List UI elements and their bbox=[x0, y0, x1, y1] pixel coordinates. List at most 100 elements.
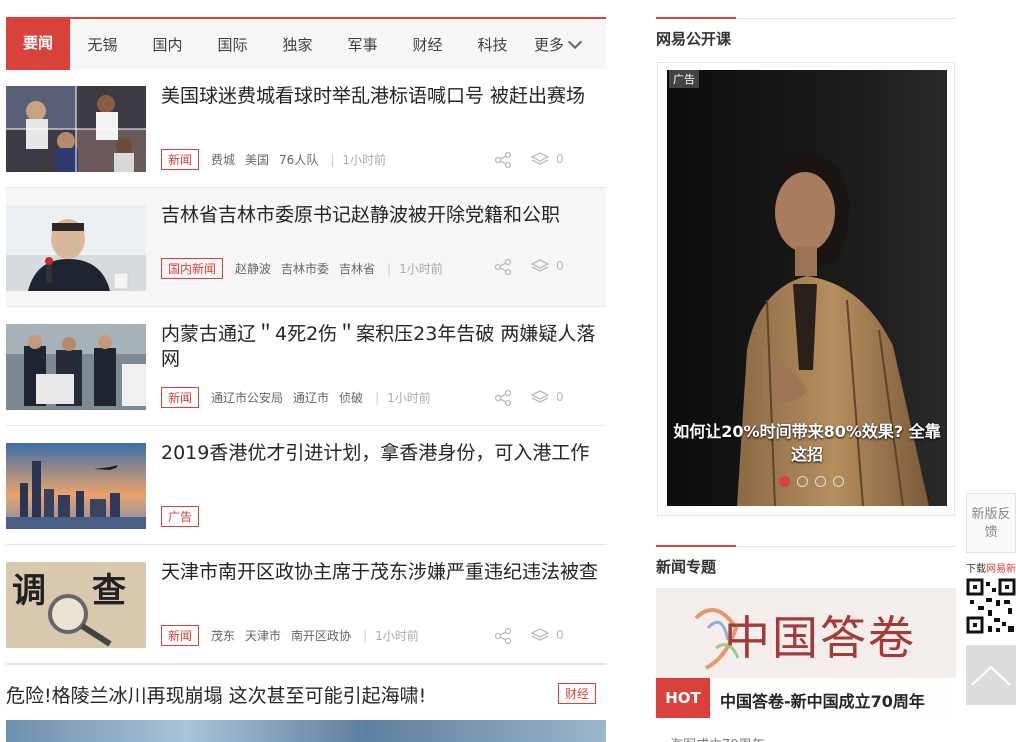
open-course-title[interactable]: 网易公开课 bbox=[656, 28, 731, 49]
news-title[interactable]: 2019香港优才引进计划，拿香港身份，可入港工作 bbox=[161, 441, 601, 466]
tab-more[interactable]: 更多 bbox=[525, 34, 589, 55]
news-keyword[interactable]: 侦破 bbox=[339, 389, 363, 406]
news-time: 1小时前 bbox=[387, 391, 431, 405]
comment-count[interactable]: 0 bbox=[530, 389, 564, 405]
news-title[interactable]: 吉林省吉林市委原书记赵静波被开除党籍和公职 bbox=[161, 203, 601, 228]
news-item[interactable]: 调 查 天津市南开区政协主席于茂东涉嫌严重违纪违法被查 新闻 茂东 天津市 南开… bbox=[6, 545, 606, 664]
share-icon[interactable] bbox=[494, 627, 512, 645]
tab-wuxi[interactable]: 无锡 bbox=[70, 34, 135, 55]
news-time: 1小时前 bbox=[342, 153, 387, 167]
download-prefix: 下载 bbox=[966, 564, 986, 575]
comment-icon bbox=[530, 259, 550, 272]
police-photo bbox=[6, 324, 146, 410]
topic-banner-text: 中国答卷 bbox=[724, 611, 916, 665]
headline-tag[interactable]: 财经 bbox=[557, 683, 596, 704]
news-thumbnail[interactable] bbox=[6, 324, 146, 410]
ad-carousel[interactable]: 广告 如何让20%时间带来80%效果? 全靠这招 bbox=[667, 70, 947, 506]
divider: | bbox=[330, 152, 335, 167]
hongkong-skyline bbox=[6, 443, 146, 529]
chevron-up-icon bbox=[971, 665, 1011, 686]
news-keyword[interactable]: 吉林省 bbox=[339, 260, 375, 277]
news-item[interactable]: 吉林省吉林市委原书记赵静波被开除党籍和公职 国内新闻 赵静波 吉林市委 吉林省 … bbox=[6, 188, 606, 307]
news-thumbnail[interactable]: 调 查 bbox=[6, 562, 146, 648]
tab-more-label: 更多 bbox=[533, 35, 564, 54]
news-meta: 国内新闻 赵静波 吉林市委 吉林省 | 1小时前 bbox=[161, 258, 443, 279]
news-keyword[interactable]: 费城 bbox=[211, 151, 235, 168]
share-icon[interactable] bbox=[494, 151, 512, 169]
news-item[interactable]: 美国球迷费城看球时举乱港标语喊口号 被赶出赛场 新闻 费城 美国 76人队 | … bbox=[6, 69, 606, 188]
section-divider bbox=[656, 545, 956, 547]
carousel-dot[interactable] bbox=[833, 476, 844, 487]
news-item[interactable]: 内蒙古通辽＂4死2伤＂案积压23年告破 两嫌疑人落网 新闻 通辽市公安局 通辽市… bbox=[6, 307, 606, 426]
ad-tag: 广告 bbox=[161, 506, 200, 527]
tab-domestic[interactable]: 国内 bbox=[135, 34, 200, 55]
channel-tabs: 要闻 无锡 国内 国际 独家 军事 财经 科技 更多 bbox=[6, 17, 606, 70]
tab-exclusive[interactable]: 独家 bbox=[265, 34, 330, 55]
comment-number: 0 bbox=[556, 259, 564, 273]
headline-item[interactable]: 危险!格陵兰冰川再现崩塌 这次甚至可能引起海啸! 财经 bbox=[6, 664, 606, 720]
tab-yaowen[interactable]: 要闻 bbox=[6, 18, 70, 70]
comment-number: 0 bbox=[556, 390, 564, 404]
news-meta: 广告 bbox=[161, 506, 211, 527]
headline-title[interactable]: 危险!格陵兰冰川再现崩塌 这次甚至可能引起海啸! bbox=[6, 681, 426, 708]
news-item-ad[interactable]: 2019香港优才引进计划，拿香港身份，可入港工作 广告 bbox=[6, 426, 606, 545]
news-keyword[interactable]: 通辽市 bbox=[293, 389, 329, 406]
feedback-button[interactable]: 新版反馈 bbox=[966, 493, 1016, 553]
topic-title[interactable]: 中国答卷-新中国成立70周年 bbox=[720, 688, 925, 712]
comment-icon bbox=[530, 628, 550, 641]
qr-code-icon[interactable] bbox=[966, 576, 1016, 636]
back-to-top-button[interactable] bbox=[966, 645, 1016, 705]
divider: | bbox=[387, 261, 392, 276]
share-icon[interactable] bbox=[494, 389, 512, 407]
news-thumbnail[interactable] bbox=[6, 86, 146, 172]
comment-count[interactable]: 0 bbox=[530, 627, 564, 643]
news-feed: 要闻 无锡 国内 国际 独家 军事 财经 科技 更多 美国球迷费城看球时举乱港标… bbox=[6, 17, 606, 664]
open-course-ad[interactable]: 广告 如何让20%时间带来80%效果? 全靠这招 bbox=[657, 62, 955, 516]
ad-caption[interactable]: 如何让20%时间带来80%效果? 全靠这招 bbox=[667, 420, 947, 466]
hot-badge: HOT bbox=[656, 678, 710, 718]
share-icon[interactable] bbox=[494, 258, 512, 276]
news-tag[interactable]: 国内新闻 bbox=[161, 258, 224, 279]
news-time: 1小时前 bbox=[375, 629, 419, 643]
news-tag[interactable]: 新闻 bbox=[161, 625, 200, 646]
news-keyword[interactable]: 天津市 bbox=[245, 627, 281, 644]
topic-title-bar[interactable]: 中国答卷-新中国成立70周年 bbox=[710, 678, 956, 718]
tab-military[interactable]: 军事 bbox=[330, 34, 395, 55]
news-keyword[interactable]: 吉林市委 bbox=[281, 260, 329, 277]
news-title[interactable]: 美国球迷费城看球时举乱港标语喊口号 被赶出赛场 bbox=[161, 84, 601, 109]
news-title[interactable]: 天津市南开区政协主席于茂东涉嫌严重违纪违法被查 bbox=[161, 560, 601, 585]
news-tag[interactable]: 新闻 bbox=[161, 149, 200, 170]
tab-international[interactable]: 国际 bbox=[200, 34, 265, 55]
comment-icon bbox=[530, 152, 550, 165]
news-keyword[interactable]: 美国 bbox=[245, 151, 269, 168]
section-divider bbox=[656, 17, 956, 19]
comment-count[interactable]: 0 bbox=[530, 258, 564, 274]
news-keyword[interactable]: 赵静波 bbox=[235, 260, 271, 277]
news-keyword[interactable]: 南开区政协 bbox=[291, 627, 351, 644]
comment-number: 0 bbox=[556, 628, 564, 642]
chevron-down-icon bbox=[567, 34, 583, 49]
tab-tech[interactable]: 科技 bbox=[460, 34, 525, 55]
carousel-dot[interactable] bbox=[797, 476, 808, 487]
thumb-char: 调 bbox=[12, 571, 46, 611]
tab-finance[interactable]: 财经 bbox=[395, 34, 460, 55]
topic-list-item[interactable]: 海军成立70周年 bbox=[670, 734, 765, 742]
comment-number: 0 bbox=[556, 152, 564, 166]
ad-label: 广告 bbox=[669, 70, 699, 88]
news-keyword[interactable]: 茂东 bbox=[211, 627, 235, 644]
news-keyword[interactable]: 通辽市公安局 bbox=[211, 389, 283, 406]
carousel-dot[interactable] bbox=[815, 476, 826, 487]
download-app-label[interactable]: 下载网易新 bbox=[966, 560, 1016, 575]
news-tag[interactable]: 新闻 bbox=[161, 387, 200, 408]
news-title[interactable]: 内蒙古通辽＂4死2伤＂案积压23年告破 两嫌疑人落网 bbox=[161, 322, 601, 372]
comment-count[interactable]: 0 bbox=[530, 151, 564, 167]
news-thumbnail[interactable] bbox=[6, 443, 146, 529]
glacier-image[interactable] bbox=[6, 720, 606, 742]
basketball-photo bbox=[6, 86, 146, 172]
divider: | bbox=[375, 390, 380, 405]
news-thumbnail[interactable] bbox=[6, 205, 146, 291]
comment-icon bbox=[530, 390, 550, 403]
news-topics-title[interactable]: 新闻专题 bbox=[656, 556, 716, 577]
carousel-dot[interactable] bbox=[779, 476, 790, 487]
news-keyword[interactable]: 76人队 bbox=[279, 151, 318, 168]
